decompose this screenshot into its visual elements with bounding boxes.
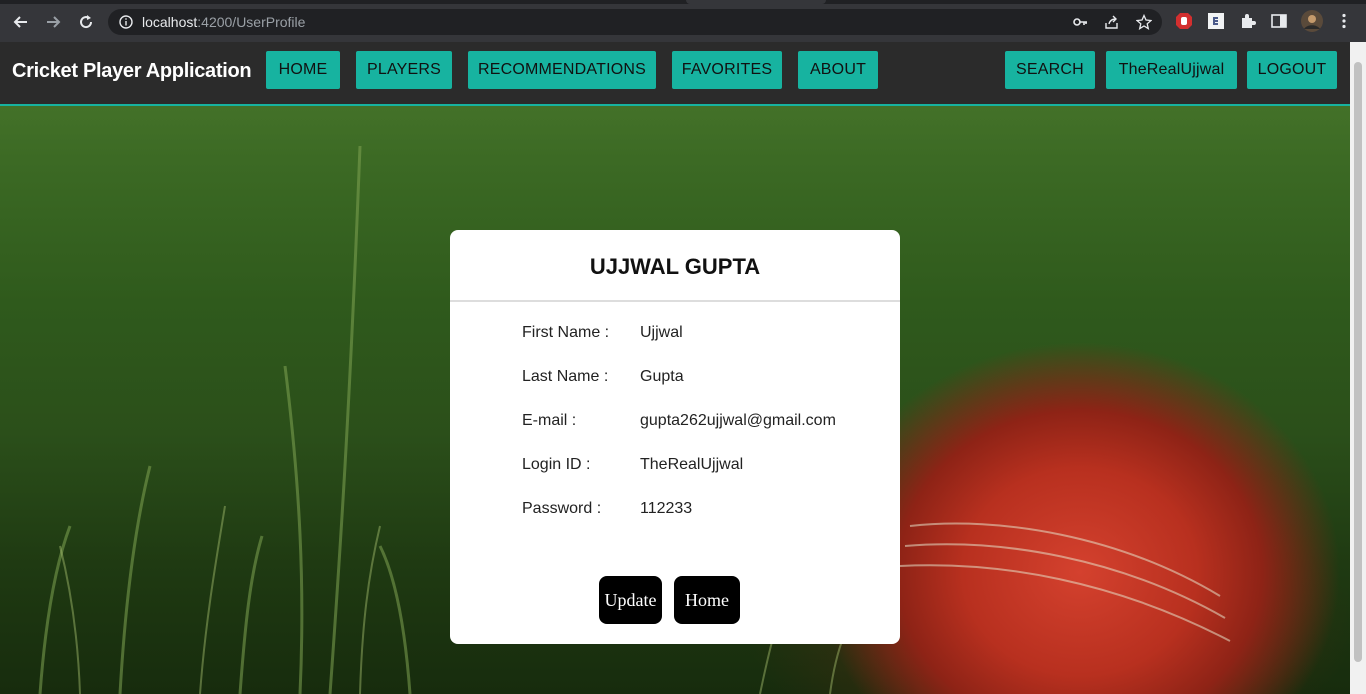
field-value: TheRealUjjwal [640,456,744,473]
tab-strip [0,0,1366,4]
nav-search[interactable]: SEARCH [1005,51,1095,89]
nav-players[interactable]: PLAYERS [356,51,452,89]
field-label: E-mail : [522,412,577,429]
adblock-extension-icon[interactable] [1175,12,1193,30]
url-host: localhost [142,14,198,30]
bookmark-star-icon[interactable] [1136,14,1152,30]
home-button[interactable]: Home [674,576,740,624]
profile-name-heading: UJJWAL GUPTA [589,254,761,279]
more-menu-icon[interactable] [1335,12,1353,30]
update-button[interactable]: Update [599,576,662,624]
nav-home[interactable]: HOME [266,51,340,89]
app-navbar: Cricket Player Application HOME PLAYERS … [0,42,1350,106]
nav-favorites[interactable]: FAVORITES [672,51,782,89]
field-value: Ujjwal [640,324,683,341]
profile-card: UJJWAL GUPTA First Name : Ujjwal Last Na… [450,230,900,644]
key-icon[interactable] [1072,14,1088,30]
reload-icon[interactable] [73,9,99,35]
profile-row-password: Password : 112233 [522,500,882,522]
back-icon[interactable] [8,9,34,35]
profile-row-email: E-mail : gupta262ujjwal@gmail.com [522,412,882,434]
url-path: :4200/UserProfile [197,14,306,30]
field-value: 112233 [640,500,693,517]
profile-row-last-name: Last Name : Gupta [522,368,882,390]
field-label: First Name : [522,324,610,341]
address-bar[interactable]: localhost:4200/UserProfile [108,9,1162,35]
card-divider [450,300,900,302]
profile-row-login-id: Login ID : TheRealUjjwal [522,456,882,478]
side-panel-icon[interactable] [1270,12,1288,30]
field-label: Login ID : [522,456,591,473]
profile-row-first-name: First Name : Ujjwal [522,324,882,346]
url-text: localhost:4200/UserProfile [142,14,305,30]
browser-toolbar: localhost:4200/UserProfile [0,0,1366,42]
forward-icon[interactable] [40,9,66,35]
site-info-icon[interactable] [118,14,134,30]
app-brand[interactable]: Cricket Player Application [12,60,252,83]
nav-user-profile[interactable]: TheRealUjjwal [1106,51,1237,89]
nav-about[interactable]: ABOUT [798,51,878,89]
nav-recommendations[interactable]: RECOMMENDATIONS [468,51,656,89]
profile-avatar[interactable] [1301,10,1323,32]
field-label: Last Name : [522,368,609,385]
page-viewport: Cricket Player Application HOME PLAYERS … [0,42,1350,694]
field-label: Password : [522,500,602,517]
nav-logout[interactable]: LOGOUT [1247,51,1337,89]
field-value: Gupta [640,368,684,385]
field-value: gupta262ujjwal@gmail.com [640,412,836,429]
scrollbar-thumb[interactable] [1354,62,1362,662]
puzzle-extensions-icon[interactable] [1239,12,1257,30]
share-icon[interactable] [1104,14,1120,30]
active-tab-edge [686,0,826,4]
b-extension-icon[interactable] [1207,12,1225,30]
page-scrollbar[interactable] [1350,42,1366,694]
